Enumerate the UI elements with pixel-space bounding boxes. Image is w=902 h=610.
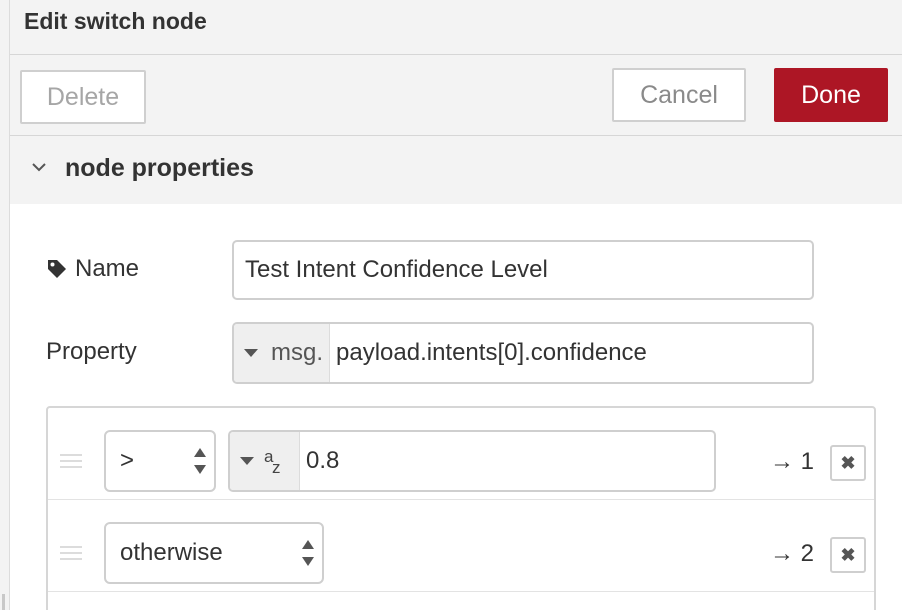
panel-resize-handle[interactable] [2, 594, 5, 610]
rule-row: > a z 0.8 → 1 ✖ [48, 408, 874, 500]
rule-output-label: → 2 [770, 540, 815, 567]
done-button[interactable]: Done [774, 68, 888, 122]
close-icon: ✖ [840, 544, 856, 565]
property-typed-input[interactable]: msg. payload.intents[0].confidence [232, 322, 814, 384]
tag-icon [48, 260, 66, 278]
name-input[interactable]: Test Intent Confidence Level [232, 240, 814, 300]
dialog-title-bar: Edit switch node [10, 0, 902, 55]
rule-output-label: → 1 [770, 448, 815, 475]
chevron-down-icon [32, 163, 46, 172]
left-panel-edge [0, 0, 10, 610]
rule-operator-value: otherwise [120, 539, 223, 566]
property-type-selector[interactable]: msg. [234, 324, 330, 382]
caret-down-icon [240, 457, 254, 465]
property-type-label: msg. [271, 339, 324, 366]
property-value-input[interactable]: payload.intents[0].confidence [330, 324, 812, 382]
cancel-button[interactable]: Cancel [612, 68, 746, 122]
rule-value-typed-input[interactable]: a z 0.8 [228, 430, 716, 492]
node-properties-section-header[interactable]: node properties [10, 136, 902, 204]
remove-rule-button[interactable]: ✖ [830, 537, 866, 573]
name-label-text: Name [75, 255, 140, 282]
drag-handle-icon[interactable] [60, 546, 82, 560]
remove-rule-button[interactable]: ✖ [830, 445, 866, 481]
rule-operator-value: > [120, 447, 135, 474]
property-label: Property [46, 338, 137, 365]
section-label: node properties [65, 154, 254, 182]
select-arrows-icon [302, 540, 314, 566]
dialog-toolbar: Delete Cancel Done [10, 55, 902, 136]
rule-operator-select[interactable]: > [104, 430, 216, 492]
rule-value-type-selector[interactable]: a z [230, 432, 300, 490]
string-type-icon: a z [264, 447, 281, 477]
delete-button[interactable]: Delete [20, 70, 146, 124]
rules-list: > a z 0.8 → 1 ✖ otherwise → 2 ✖ [46, 406, 876, 610]
select-arrows-icon [194, 448, 206, 474]
rule-row: otherwise → 2 ✖ [48, 500, 874, 592]
close-icon: ✖ [840, 452, 856, 473]
rule-operator-select[interactable]: otherwise [104, 522, 324, 584]
dialog-title: Edit switch node [24, 8, 207, 34]
caret-down-icon [244, 349, 258, 357]
name-label: Name [46, 255, 139, 283]
rule-value-input[interactable]: 0.8 [300, 432, 714, 490]
drag-handle-icon[interactable] [60, 454, 82, 468]
